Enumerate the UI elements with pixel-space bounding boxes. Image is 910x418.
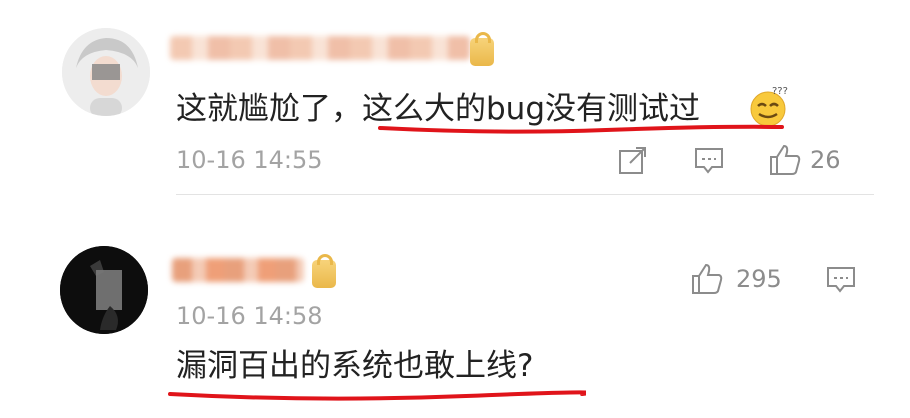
like-count: 26 (810, 146, 841, 174)
red-underline-annotation (378, 124, 784, 134)
comment-icon[interactable] (826, 266, 856, 294)
comment-timestamp: 10-16 14:58 (176, 302, 323, 330)
username-blurred[interactable] (172, 258, 304, 282)
comment-icon[interactable] (694, 147, 724, 175)
username-blurred[interactable] (170, 36, 470, 60)
red-underline-annotation (168, 390, 586, 401)
thumbs-up-icon[interactable] (768, 143, 802, 177)
svg-text:???: ??? (772, 86, 788, 97)
comment-text: 漏洞百出的系统也敢上线? (176, 348, 534, 384)
avatar[interactable] (60, 246, 148, 334)
divider (176, 194, 874, 195)
comment-text-prefix: 这就尴尬了， (176, 91, 362, 127)
comment-thread: 这就尴尬了，这么大的bug没有测试过 ??? 10-16 14:55 26 10… (0, 0, 910, 418)
comment-timestamp: 10-16 14:55 (176, 146, 323, 174)
like-count: 295 (736, 265, 782, 293)
member-badge-icon (470, 32, 494, 66)
share-icon[interactable] (618, 145, 648, 175)
avatar[interactable] (62, 28, 150, 116)
member-badge-icon (312, 254, 336, 288)
thumbs-up-icon[interactable] (690, 262, 724, 296)
